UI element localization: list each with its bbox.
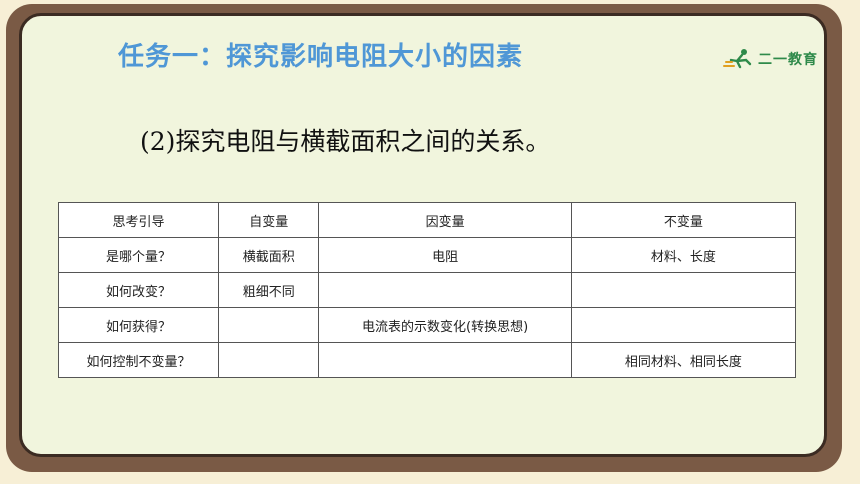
table-header: 因变量 <box>318 202 572 238</box>
table-cell: 材料、长度 <box>570 237 797 273</box>
slide-title: 任务一：探究影响电阻大小的因素 <box>118 42 524 72</box>
table-cell: 相同材料、相同长度 <box>570 342 797 378</box>
table-cell: 粗细不同 <box>217 272 320 308</box>
table-header: 不变量 <box>570 202 797 238</box>
logo-text: 二一教育 <box>758 52 818 68</box>
section-subtitle: (2)探究电阻与横截面积之间的关系。 <box>140 127 551 156</box>
table-row: 是哪个量？ 横截面积 电阻 材料、长度 <box>58 237 797 273</box>
table-cell: 横截面积 <box>217 237 320 273</box>
variables-table: 思考引导 自变量 因变量 不变量 是哪个量？ 横截面积 电阻 材料、长度 如何改… <box>58 202 797 378</box>
table-row: 如何获得？ 电流表的示数变化(转换思想) <box>58 307 797 343</box>
table-cell: 如何控制不变量？ <box>58 342 219 378</box>
table-cell: 电流表的示数变化(转换思想) <box>318 307 572 343</box>
table-cell: 如何改变？ <box>58 272 219 308</box>
table-cell <box>318 342 572 378</box>
table-row: 如何控制不变量？ 相同材料、相同长度 <box>58 342 797 378</box>
table-header: 自变量 <box>217 202 320 238</box>
table-cell: 电阻 <box>318 237 572 273</box>
table-header-row: 思考引导 自变量 因变量 不变量 <box>58 202 797 238</box>
table-cell <box>570 307 797 343</box>
table-cell: 是哪个量？ <box>58 237 219 273</box>
table-cell <box>217 342 320 378</box>
table-row: 如何改变？ 粗细不同 <box>58 272 797 308</box>
table-cell: 如何获得？ <box>58 307 219 343</box>
table-cell <box>217 307 320 343</box>
table-header: 思考引导 <box>58 202 219 238</box>
table-cell <box>318 272 572 308</box>
brand-logo: 二一教育 <box>722 48 818 70</box>
table-cell <box>570 272 797 308</box>
runner-icon <box>723 49 752 69</box>
